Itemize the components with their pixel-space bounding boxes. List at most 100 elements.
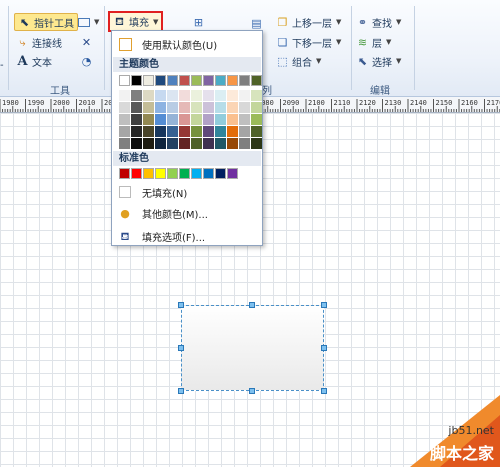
theme-color-shade-swatch[interactable] bbox=[251, 90, 262, 101]
standard-color-swatch[interactable] bbox=[227, 168, 238, 179]
theme-color-shade-swatch[interactable] bbox=[119, 138, 130, 149]
theme-color-shade-swatch[interactable] bbox=[215, 90, 226, 101]
standard-color-swatch[interactable] bbox=[215, 168, 226, 179]
theme-color-shade-swatch[interactable] bbox=[155, 126, 166, 137]
theme-color-shade-swatch[interactable] bbox=[167, 114, 178, 125]
layers-button[interactable]: ≋ 层 ▼ bbox=[356, 33, 392, 51]
shape-layout-button[interactable]: ⊞ bbox=[192, 13, 205, 31]
theme-color-shade-swatch[interactable] bbox=[251, 102, 262, 113]
theme-color-swatch[interactable] bbox=[167, 75, 178, 86]
theme-color-shade-swatch[interactable] bbox=[239, 138, 250, 149]
theme-color-shade-swatch[interactable] bbox=[227, 126, 238, 137]
theme-color-shade-swatch[interactable] bbox=[227, 102, 238, 113]
theme-color-shade-swatch[interactable] bbox=[203, 102, 214, 113]
resize-handle[interactable] bbox=[321, 345, 327, 351]
theme-color-shade-swatch[interactable] bbox=[251, 114, 262, 125]
theme-color-swatch[interactable] bbox=[239, 75, 250, 86]
theme-color-shade-swatch[interactable] bbox=[167, 138, 178, 149]
theme-color-shade-swatch[interactable] bbox=[239, 102, 250, 113]
theme-color-shade-swatch[interactable] bbox=[131, 102, 142, 113]
resize-handle[interactable] bbox=[178, 345, 184, 351]
theme-color-shade-swatch[interactable] bbox=[191, 126, 202, 137]
theme-color-shade-swatch[interactable] bbox=[131, 126, 142, 137]
resize-handle[interactable] bbox=[178, 388, 184, 394]
theme-color-swatch[interactable] bbox=[227, 75, 238, 86]
standard-color-swatch[interactable] bbox=[131, 168, 142, 179]
theme-color-shade-swatch[interactable] bbox=[215, 138, 226, 149]
theme-color-swatch[interactable] bbox=[119, 75, 130, 86]
theme-color-shade-swatch[interactable] bbox=[239, 126, 250, 137]
send-backward-button[interactable]: ❏ 下移一层 ▼ bbox=[276, 33, 342, 51]
theme-color-shade-swatch[interactable] bbox=[191, 102, 202, 113]
resize-handle[interactable] bbox=[249, 388, 255, 394]
theme-color-shade-swatch[interactable] bbox=[203, 138, 214, 149]
theme-color-swatch[interactable] bbox=[191, 75, 202, 86]
theme-color-shade-swatch[interactable] bbox=[191, 114, 202, 125]
standard-color-swatch[interactable] bbox=[191, 168, 202, 179]
theme-color-swatch[interactable] bbox=[131, 75, 142, 86]
group-button[interactable]: ⬚ 组合 ▼ bbox=[276, 52, 321, 70]
use-default-color-item[interactable]: 使用默认颜色(U) bbox=[114, 34, 260, 54]
theme-color-swatch[interactable] bbox=[179, 75, 190, 86]
resize-handle[interactable] bbox=[321, 302, 327, 308]
more-colors-item[interactable]: ● 其他颜色(M)... bbox=[114, 203, 260, 223]
close-tool-button[interactable]: ✕ bbox=[80, 33, 93, 51]
theme-color-shade-swatch[interactable] bbox=[131, 114, 142, 125]
fill-options-item[interactable]: ⛾ 填充选项(F)... bbox=[114, 226, 260, 246]
bring-forward-button[interactable]: ❐ 上移一层 ▼ bbox=[276, 13, 342, 31]
theme-color-shade-swatch[interactable] bbox=[179, 102, 190, 113]
text-tool-button[interactable]: A 文本 bbox=[16, 52, 52, 70]
standard-color-swatch[interactable] bbox=[179, 168, 190, 179]
theme-color-shade-swatch[interactable] bbox=[167, 102, 178, 113]
theme-color-shade-swatch[interactable] bbox=[179, 138, 190, 149]
theme-color-swatch[interactable] bbox=[155, 75, 166, 86]
standard-color-swatch[interactable] bbox=[143, 168, 154, 179]
theme-color-shade-swatch[interactable] bbox=[215, 114, 226, 125]
theme-color-shade-swatch[interactable] bbox=[143, 138, 154, 149]
theme-color-shade-swatch[interactable] bbox=[155, 90, 166, 101]
theme-color-shade-swatch[interactable] bbox=[227, 114, 238, 125]
connector-tool-button[interactable]: ⤷ 连接线 bbox=[16, 33, 62, 51]
theme-color-shade-swatch[interactable] bbox=[191, 138, 202, 149]
theme-color-shade-swatch[interactable] bbox=[239, 114, 250, 125]
theme-color-shade-swatch[interactable] bbox=[119, 90, 130, 101]
theme-color-shade-swatch[interactable] bbox=[215, 102, 226, 113]
theme-color-swatch[interactable] bbox=[203, 75, 214, 86]
resize-handle[interactable] bbox=[321, 388, 327, 394]
theme-color-swatch[interactable] bbox=[215, 75, 226, 86]
connection-point-tool-button[interactable]: ◔ bbox=[80, 52, 93, 70]
theme-color-shade-swatch[interactable] bbox=[143, 90, 154, 101]
theme-color-shade-swatch[interactable] bbox=[239, 90, 250, 101]
find-button[interactable]: ⚭ 查找 ▼ bbox=[356, 13, 402, 31]
theme-color-shade-swatch[interactable] bbox=[251, 138, 262, 149]
theme-color-shade-swatch[interactable] bbox=[203, 126, 214, 137]
theme-color-shade-swatch[interactable] bbox=[191, 90, 202, 101]
theme-color-shade-swatch[interactable] bbox=[167, 126, 178, 137]
theme-color-shade-swatch[interactable] bbox=[179, 126, 190, 137]
theme-color-shade-swatch[interactable] bbox=[155, 138, 166, 149]
theme-color-shade-swatch[interactable] bbox=[167, 90, 178, 101]
resize-handle[interactable] bbox=[178, 302, 184, 308]
theme-color-swatch[interactable] bbox=[143, 75, 154, 86]
theme-color-shade-swatch[interactable] bbox=[119, 102, 130, 113]
theme-color-shade-swatch[interactable] bbox=[155, 102, 166, 113]
theme-color-shade-swatch[interactable] bbox=[251, 126, 262, 137]
theme-color-shade-swatch[interactable] bbox=[143, 126, 154, 137]
fill-button[interactable]: ⛾ 填充 ▼ bbox=[108, 11, 164, 32]
theme-color-shade-swatch[interactable] bbox=[203, 90, 214, 101]
theme-color-shade-swatch[interactable] bbox=[179, 90, 190, 101]
theme-color-shade-swatch[interactable] bbox=[119, 114, 130, 125]
theme-color-shade-swatch[interactable] bbox=[155, 114, 166, 125]
theme-color-shade-swatch[interactable] bbox=[131, 138, 142, 149]
resize-handle[interactable] bbox=[249, 302, 255, 308]
standard-color-swatch[interactable] bbox=[203, 168, 214, 179]
theme-color-swatch[interactable] bbox=[251, 75, 262, 86]
no-fill-item[interactable]: 无填充(N) bbox=[114, 182, 260, 202]
theme-color-shade-swatch[interactable] bbox=[179, 114, 190, 125]
pointer-tool-button[interactable]: ⬉ 指针工具 bbox=[14, 13, 78, 31]
theme-color-shade-swatch[interactable] bbox=[119, 126, 130, 137]
rectangle-shape[interactable] bbox=[181, 305, 324, 391]
theme-color-shade-swatch[interactable] bbox=[143, 114, 154, 125]
rectangle-tool-button[interactable]: ▼ bbox=[78, 13, 99, 31]
theme-color-shade-swatch[interactable] bbox=[143, 102, 154, 113]
